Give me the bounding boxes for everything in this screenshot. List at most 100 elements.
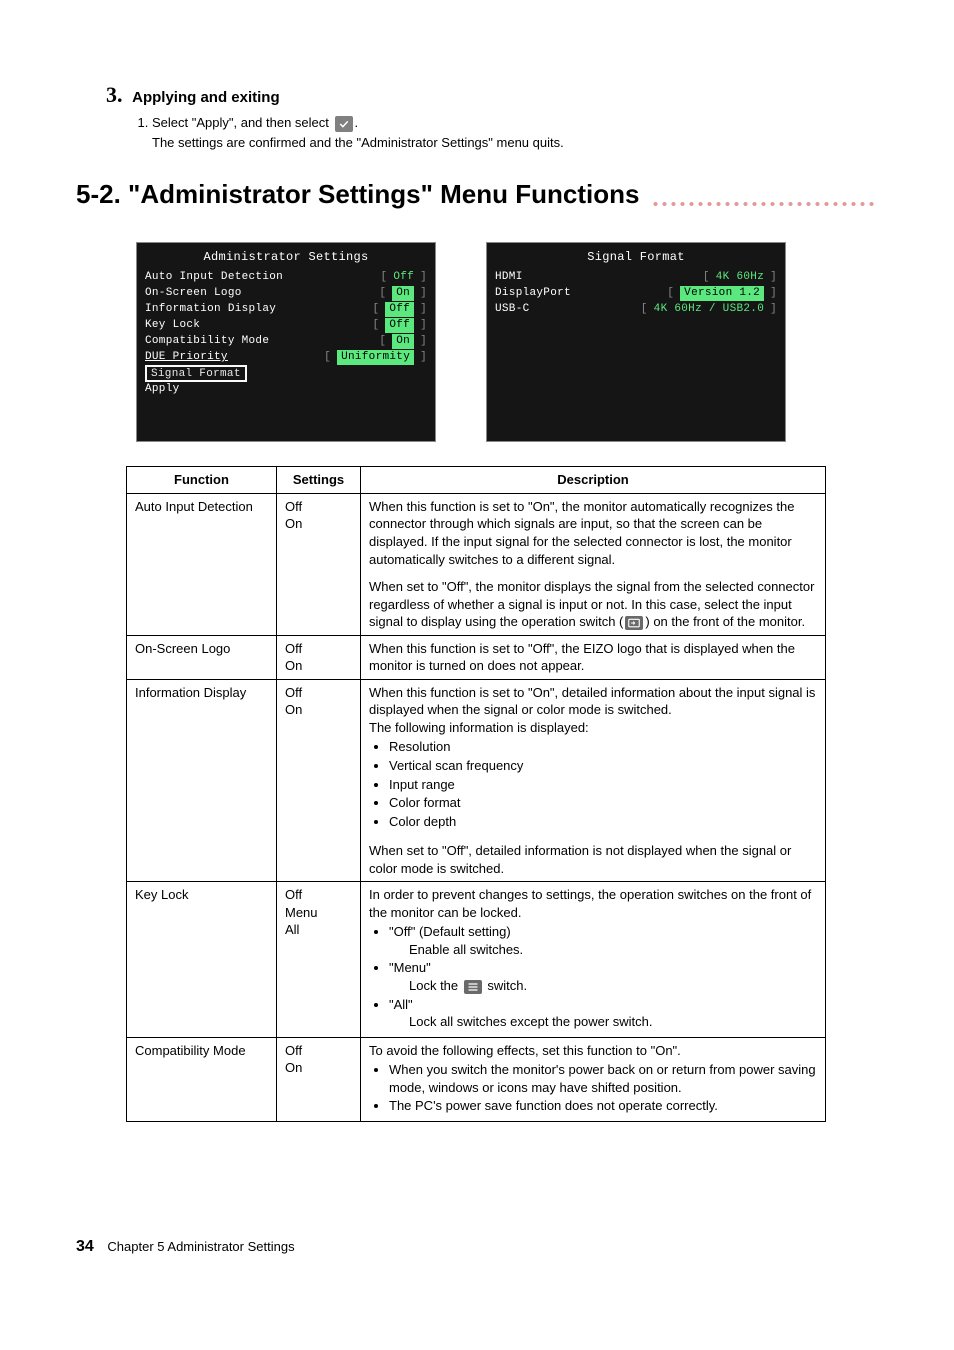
menu-icon: [464, 980, 482, 994]
bullet-item: When you switch the monitor's power back…: [389, 1061, 817, 1096]
info-bullets: ResolutionVertical scan frequencyInput r…: [389, 738, 817, 830]
description-block: When this function is set to "Off", the …: [369, 640, 817, 675]
bullet-item: Vertical scan frequency: [389, 757, 817, 775]
compat-bullets: When you switch the monitor's power back…: [389, 1061, 817, 1115]
osd-row: Key Lock[Off]: [145, 318, 427, 334]
cell-description: When this function is set to "Off", the …: [361, 635, 826, 679]
osd-right-panel: Signal Format HDMI[4K 60Hz]DisplayPort[V…: [486, 242, 786, 442]
osd-left-title: Administrator Settings: [145, 249, 427, 265]
keylock-list: "Off" (Default setting)Enable all switch…: [389, 923, 817, 1030]
osd-panels: Administrator Settings Auto Input Detect…: [136, 242, 878, 442]
osd-right-title: Signal Format: [495, 249, 777, 265]
osd-row: DUE Priority[Uniformity]: [145, 350, 427, 366]
desc-para: When this function is set to "On", detai…: [369, 684, 817, 719]
cell-settings: OffOn: [277, 635, 361, 679]
osd-row-label: Compatibility Mode: [145, 334, 269, 349]
osd-left-panel: Administrator Settings Auto Input Detect…: [136, 242, 436, 442]
bullet-item: "Off" (Default setting)Enable all switch…: [389, 923, 817, 958]
bullet-item: Color format: [389, 794, 817, 812]
osd-apply-label: Apply: [145, 382, 180, 397]
th-description: Description: [361, 467, 826, 494]
table-row: Compatibility ModeOffOnTo avoid the foll…: [127, 1037, 826, 1121]
osd-row-value: Version 1.2: [680, 286, 764, 301]
bullet-item: Resolution: [389, 738, 817, 756]
section-title: 5-2. "Administrator Settings" Menu Funct…: [76, 177, 639, 212]
osd-row-label: USB-C: [495, 302, 530, 317]
osd-row: Auto Input Detection[Off]: [145, 270, 427, 286]
cell-function: On-Screen Logo: [127, 635, 277, 679]
th-settings: Settings: [277, 467, 361, 494]
check-icon: [335, 116, 353, 132]
osd-row-label: Information Display: [145, 302, 276, 317]
osd-row-label: HDMI: [495, 270, 523, 285]
osd-row-value: Off: [385, 302, 414, 317]
cell-function: Key Lock: [127, 882, 277, 1037]
bullet-item: "Menu"Lock the switch.: [389, 959, 817, 994]
desc-para: The following information is displayed:: [369, 719, 817, 737]
settings-option: Off: [285, 684, 352, 702]
settings-option: All: [285, 921, 352, 939]
bullet-item: The PC's power save function does not op…: [389, 1097, 817, 1115]
osd-row-label: DUE Priority: [145, 350, 228, 365]
step-sub-desc: The settings are confirmed and the "Admi…: [152, 134, 878, 152]
functions-table: Function Settings Description Auto Input…: [126, 466, 826, 1122]
step-heading: 3. Applying and exiting: [106, 80, 878, 110]
osd-apply-row: Apply: [145, 382, 427, 398]
table-row: Auto Input Detection OffOn When this funct…: [127, 493, 826, 635]
bullet-item: Color depth: [389, 813, 817, 831]
desc-para: When this function is set to "On", the m…: [369, 498, 817, 568]
settings-option: On: [285, 515, 352, 533]
bullet-sub: Enable all switches.: [409, 941, 817, 959]
settings-option: On: [285, 1059, 352, 1077]
step-sublist: Select "Apply", and then select .: [128, 114, 878, 132]
settings-option: Off: [285, 498, 352, 516]
osd-row-value: On: [392, 334, 414, 349]
description-block: When this function is set to "On", detai…: [369, 684, 817, 877]
osd-row-label: Auto Input Detection: [145, 270, 283, 285]
osd-row-value: On: [392, 286, 414, 301]
osd-row: Compatibility Mode[On]: [145, 334, 427, 350]
page-footer: 34 Chapter 5 Administrator Settings: [76, 1236, 295, 1258]
desc-para: When set to "Off", the monitor displays …: [369, 578, 817, 631]
cell-description: When this function is set to "On", the m…: [361, 493, 826, 635]
osd-row-label: DisplayPort: [495, 286, 571, 301]
osd-row: On-Screen Logo[On]: [145, 286, 427, 302]
description-block: When this function is set to "On", the m…: [369, 498, 817, 631]
desc-para: In order to prevent changes to settings,…: [369, 886, 817, 921]
osd-row: HDMI[4K 60Hz]: [495, 270, 777, 286]
table-header-row: Function Settings Description: [127, 467, 826, 494]
cell-settings: OffOn: [277, 1037, 361, 1121]
osd-row-label: On-Screen Logo: [145, 286, 242, 301]
cell-settings: OffMenuAll: [277, 882, 361, 1037]
desc-para: To avoid the following effects, set this…: [369, 1042, 817, 1060]
step-number: 3.: [106, 80, 123, 110]
chapter-label: Chapter 5 Administrator Settings: [107, 1239, 294, 1254]
desc-para: When set to "Off", detailed information …: [369, 842, 817, 877]
osd-row-label: Key Lock: [145, 318, 200, 333]
table-row: Information DisplayOffOnWhen this functi…: [127, 679, 826, 881]
bullet-sub: Lock the switch.: [409, 977, 817, 995]
description-block: To avoid the following effects, set this…: [369, 1042, 817, 1115]
th-function: Function: [127, 467, 277, 494]
cell-description: When this function is set to "On", detai…: [361, 679, 826, 881]
cell-settings: OffOn: [277, 679, 361, 881]
section-title-row: 5-2. "Administrator Settings" Menu Funct…: [76, 177, 878, 212]
settings-option: Off: [285, 886, 352, 904]
osd-row: Information Display[Off]: [145, 302, 427, 318]
osd-row-value: 4K 60Hz: [716, 270, 764, 285]
cell-function: Auto Input Detection: [127, 493, 277, 635]
osd-row: USB-C[4K 60Hz / USB2.0]: [495, 302, 777, 318]
settings-option: Off: [285, 1042, 352, 1060]
bullet-item: Input range: [389, 776, 817, 794]
page-number: 34: [76, 1238, 94, 1255]
osd-signal-format-row: Signal Format: [145, 366, 427, 382]
bullet-sub: Lock all switches except the power switc…: [409, 1013, 817, 1031]
input-source-icon: [625, 616, 643, 630]
settings-option: Menu: [285, 904, 352, 922]
osd-row: DisplayPort[Version 1.2]: [495, 286, 777, 302]
settings-option: On: [285, 701, 352, 719]
cell-function: Information Display: [127, 679, 277, 881]
settings-option: On: [285, 657, 352, 675]
osd-row-value: Off: [385, 318, 414, 333]
step-sub-text-b: .: [355, 115, 359, 130]
